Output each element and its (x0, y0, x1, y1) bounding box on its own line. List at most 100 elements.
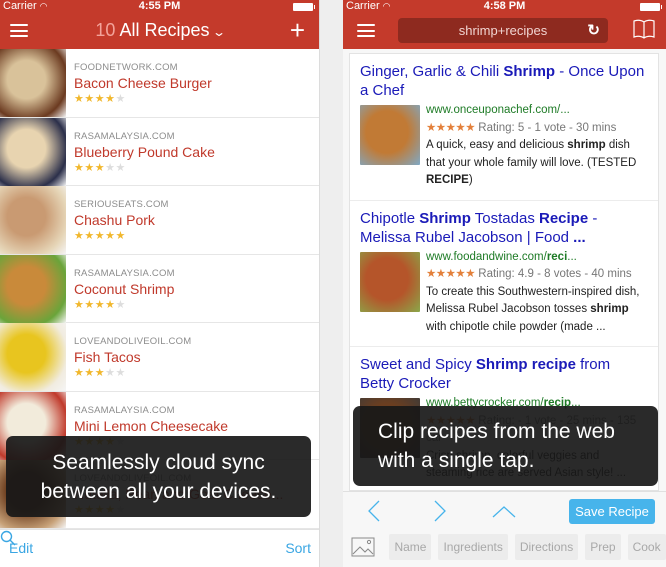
recipe-title: Mini Lemon Cheesecake (74, 417, 229, 434)
star-icon: ★ (84, 161, 95, 174)
forward-arrow-icon[interactable] (429, 499, 449, 523)
recipe-thumbnail (0, 49, 66, 117)
field-tag-directions[interactable]: Directions (514, 534, 579, 560)
result-rating: ★★★★★ Rating: 4.9 - 8 votes - 40 mins (426, 268, 632, 280)
image-icon[interactable] (351, 537, 375, 557)
star-icon: ★ (84, 298, 95, 311)
star-icon: ★ (105, 230, 116, 242)
clipper-toolbar: Save Recipe Name Ingredients Directions Pre… (343, 491, 666, 567)
field-tag-name[interactable]: Name (389, 534, 432, 560)
star-icon: ★ (84, 367, 95, 379)
recipe-row[interactable]: SERIOUSEATS.COM Chashu Pork ★★★★★ (0, 186, 319, 255)
recipe-source: FOODNETWORK.COM (74, 62, 178, 73)
star-icon: ★ (115, 230, 126, 242)
recipe-count: 10 (95, 20, 116, 40)
recipe-row[interactable]: FOODNETWORK.COM Bacon Cheese Burger ★★★★… (0, 49, 319, 118)
result-title-link[interactable]: Chipotle Shrimp Tostadas Recipe - Meliss… (360, 209, 648, 247)
clock: 4:58 PM (483, 0, 526, 12)
back-arrow-icon[interactable] (365, 499, 385, 523)
star-rating: ★★★★★ (74, 298, 175, 311)
result-snippet: A quick, easy and delicious shrimp dish … (426, 139, 637, 186)
star-icon: ★ (94, 367, 106, 379)
url-text: shrimp+recipes (458, 23, 548, 38)
result-thumbnail[interactable] (360, 105, 420, 165)
recipe-source: SERIOUSEATS.COM (74, 199, 169, 210)
status-bar: Carrier ◠ 4:58 PM (343, 0, 666, 14)
chevron-down-icon: ⌄ (211, 25, 226, 39)
recipe-title: Bacon Cheese Burger (74, 75, 212, 91)
recipe-row[interactable]: RASAMALAYSIA.COM Coconut Shrimp ★★★★★ (0, 254, 319, 323)
star-rating: ★★★★★ (74, 161, 215, 174)
star-rating: ★★★★★ (74, 366, 191, 379)
star-icon: ★ (115, 298, 126, 311)
star-icon: ★ (115, 161, 126, 174)
star-icon: ★ (115, 93, 126, 105)
result-thumbnail[interactable] (360, 251, 420, 312)
star-rating: ★★★★★ (74, 92, 212, 105)
recipe-thumbnail (0, 323, 66, 391)
star-icon: ★★★★★ (426, 121, 476, 134)
field-tag-prep[interactable]: Prep (585, 534, 621, 560)
star-icon: ★★★★★ (426, 268, 476, 280)
star-icon: ★ (74, 93, 85, 105)
star-icon: ★ (94, 93, 106, 105)
result-url[interactable]: www.onceuponachef.com/... (426, 102, 648, 120)
recipe-row[interactable]: RASAMALAYSIA.COM Blueberry Pound Cake ★★… (0, 117, 319, 186)
recipe-row[interactable]: LOVEANDOLIVEOIL.COM Fish Tacos ★★★★★ (0, 323, 319, 392)
star-icon: ★ (74, 161, 85, 174)
star-icon: ★ (115, 367, 126, 379)
result-snippet: To create this Southwestern-inspired dis… (426, 285, 640, 333)
clock: 4:55 PM (138, 0, 181, 12)
result-url[interactable]: www.foodandwine.com/reci... (426, 249, 648, 267)
search-result: Ginger, Garlic & Chili Shrimp - Once Upo… (350, 54, 658, 201)
recipe-title: Chashu Pork (74, 212, 155, 228)
star-icon: ★ (94, 230, 106, 242)
star-rating: ★★★★★ (74, 229, 169, 242)
save-recipe-button[interactable]: Save Recipe (569, 499, 655, 524)
star-icon: ★ (94, 298, 106, 311)
menu-icon[interactable] (357, 24, 375, 37)
collapse-up-icon[interactable] (491, 499, 517, 523)
recipe-thumbnail (0, 254, 66, 323)
star-icon: ★ (74, 367, 85, 379)
result-rating: ★★★★★ Rating: 5 - 1 vote - 30 mins (426, 121, 617, 134)
star-icon: ★ (94, 161, 106, 174)
feature-caption: Seamlessly cloud sync between all your d… (6, 436, 311, 517)
recipe-title: Fish Tacos (74, 349, 141, 365)
book-icon[interactable] (632, 18, 656, 40)
bottom-toolbar: Edit Sort (0, 529, 319, 567)
star-icon: ★ (105, 93, 116, 105)
recipe-source: LOVEANDOLIVEOIL.COM (74, 336, 192, 347)
field-tags: Name Ingredients Directions Prep Cook (351, 534, 666, 561)
field-tag-ingredients[interactable]: Ingredients (438, 534, 508, 560)
recipe-source: RASAMALAYSIA.COM (74, 404, 175, 416)
nav-bar: Carrier ◠ 4:55 PM 10 All Recipes ⌄ + (0, 0, 319, 49)
recipe-source: RASAMALAYSIA.COM (74, 267, 175, 279)
star-icon: ★ (84, 230, 95, 242)
search-result: Chipotle Shrimp Tostadas Recipe - Meliss… (350, 201, 658, 347)
star-icon: ★ (105, 298, 116, 311)
battery-icon (293, 3, 315, 11)
collection-title: All Recipes (119, 20, 210, 40)
result-title-link[interactable]: Ginger, Garlic & Chili Shrimp - Once Upo… (360, 62, 648, 100)
star-icon: ★ (84, 93, 95, 105)
sort-button[interactable]: Sort (285, 540, 311, 556)
url-field[interactable]: shrimp+recipes ↻ (398, 18, 608, 43)
edit-button[interactable]: Edit (9, 540, 33, 556)
feature-caption: Clip recipes from the web with a single … (353, 406, 658, 486)
reload-icon[interactable]: ↻ (587, 18, 600, 43)
star-icon: ★ (105, 161, 116, 174)
star-icon: ★ (74, 298, 85, 311)
star-icon: ★ (105, 367, 116, 379)
recipe-thumbnail (0, 186, 66, 254)
add-recipe-button[interactable]: + (290, 15, 305, 46)
result-title-link[interactable]: Sweet and Spicy Shrimp recipe from Betty… (360, 355, 648, 393)
collection-selector[interactable]: 10 All Recipes ⌄ (0, 20, 319, 41)
status-bar: Carrier ◠ 4:55 PM (0, 0, 319, 14)
star-icon: ★ (74, 230, 85, 242)
recipe-source: RASAMALAYSIA.COM (74, 130, 175, 142)
recipe-title: Coconut Shrimp (74, 280, 175, 297)
web-clipper-screen: Carrier ◠ 4:58 PM shrimp+recipes ↻ Ginger… (343, 0, 666, 567)
field-tag-cook[interactable]: Cook (627, 534, 666, 560)
recipe-thumbnail (0, 117, 66, 186)
